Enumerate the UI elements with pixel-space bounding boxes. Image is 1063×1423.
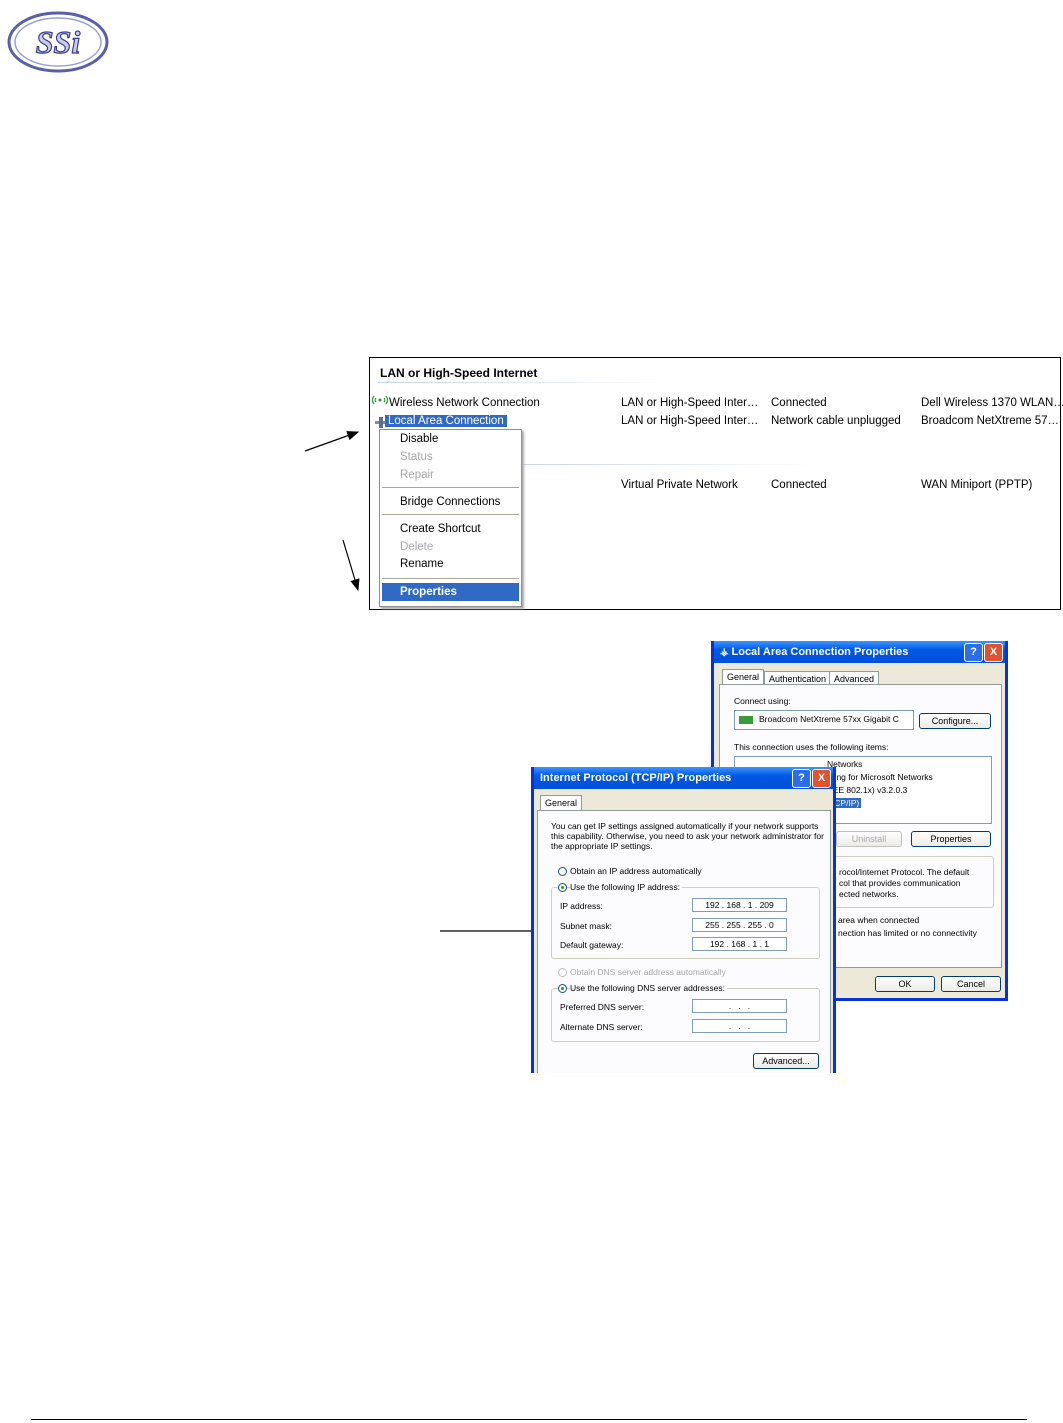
default-gateway-field[interactable]: 192 . 168 . 1 . 1 [692,937,787,951]
use-following-dns-radio[interactable] [558,984,567,993]
connection-status: Network cable unplugged [771,415,901,427]
window-titlebar[interactable]: ⚶ Local Area Connection Properties [714,641,1005,663]
menu-item-status: Status [400,451,433,463]
intro-line: this capability. Otherwise, you need to … [551,831,824,841]
adapter-field: Broadcom NetXtreme 57xx Gigabit C [734,710,914,730]
connection-status: Connected [771,397,827,409]
obtain-ip-auto-radio[interactable] [558,867,567,876]
wireless-icon [372,395,388,405]
description-line: ected networks. [839,889,899,899]
tcpip-properties-window: Internet Protocol (TCP/IP) Properties ? … [531,767,836,1073]
advanced-button[interactable]: Advanced... [753,1053,819,1069]
connection-device: Dell Wireless 1370 WLAN… [921,397,1063,409]
ip-address-label: IP address: [560,901,603,911]
network-connections-panel: LAN or High-Speed Internet Wireless Netw… [369,357,1063,610]
menu-item-properties[interactable]: Properties [382,583,519,601]
menu-item-delete: Delete [400,541,434,553]
obtain-dns-auto-radio [558,968,567,977]
arrow-to-properties [342,539,360,592]
connection-name: Wireless Network Connection [389,397,540,409]
adapter-name: Broadcom NetXtreme 57xx Gigabit C [759,714,899,724]
group-header: LAN or High-Speed Internet [380,366,538,380]
adapter-icon [739,716,753,724]
alternate-dns-field[interactable]: . . . [692,1019,787,1033]
subnet-mask-label: Subnet mask: [560,921,612,931]
notify-line: nection has limited or no connectivity [838,928,977,938]
connection-type: LAN or High-Speed Inter… [621,415,759,427]
ok-button[interactable]: OK [875,976,935,992]
context-menu: Disable Status Repair Bridge Connections… [379,429,522,607]
arrow-to-local-connection [304,431,360,452]
notify-line: area when connected [838,915,920,925]
obtain-ip-auto-label[interactable]: Obtain an IP address automatically [570,866,702,876]
use-following-ip-radio[interactable] [558,883,567,892]
intro-line: You can get IP settings assigned automat… [551,821,819,831]
group-separator [520,464,820,465]
description-line: rocol/Internet Protocol. The default [839,867,970,877]
footer-rule [31,1419,1027,1420]
properties-button[interactable]: Properties [911,831,991,847]
menu-item-rename[interactable]: Rename [400,558,443,570]
dns-group [551,988,820,1042]
menu-item-bridge-connections[interactable]: Bridge Connections [400,496,500,508]
description-line: col that provides communication [839,878,961,888]
close-button[interactable]: X [812,769,831,788]
connection-type: LAN or High-Speed Inter… [621,397,759,409]
close-button[interactable]: X [984,643,1003,662]
menu-item-create-shortcut[interactable]: Create Shortcut [400,523,481,535]
list-item[interactable]: aring for Microsoft Networks [827,772,933,782]
connection-device: Broadcom NetXtreme 57… [921,415,1060,427]
connect-using-label: Connect using: [734,696,791,706]
preferred-dns-field[interactable]: . . . [692,999,787,1013]
use-following-ip-label[interactable]: Use the following IP address: [570,882,682,892]
connection-row-wireless[interactable]: Wireless Network Connection LAN or High-… [370,395,1063,413]
obtain-dns-auto-label: Obtain DNS server address automatically [570,967,726,977]
network-icon: ⚶ [720,647,729,658]
configure-button[interactable]: Configure... [919,713,991,729]
menu-separator [382,578,519,579]
default-gateway-label: Default gateway: [560,940,624,950]
menu-separator [382,487,519,488]
use-following-dns-label[interactable]: Use the following DNS server addresses: [570,983,727,993]
tab-general[interactable]: General [722,669,765,684]
intro-line: the appropriate IP settings. [551,841,653,851]
preferred-dns-label: Preferred DNS server: [560,1002,645,1012]
uninstall-button: Uninstall [836,831,902,847]
tab-general[interactable]: General [540,795,583,810]
ip-address-field[interactable]: 192 . 168 . 1 . 209 [692,898,787,912]
window-titlebar[interactable]: Internet Protocol (TCP/IP) Properties [534,767,833,789]
window-title: Local Area Connection Properties [731,646,909,658]
alternate-dns-label: Alternate DNS server: [560,1022,643,1032]
subnet-mask-field[interactable]: 255 . 255 . 255 . 0 [692,918,787,932]
list-item[interactable]: EEE 802.1x) v3.2.0.3 [827,785,907,795]
connection-status: Connected [771,479,827,491]
connection-type: Virtual Private Network [621,479,738,491]
connection-name: Local Area Connection [385,415,507,427]
tab-pane-general: You can get IP settings assigned automat… [537,810,831,1073]
help-button[interactable]: ? [792,769,811,788]
menu-item-repair: Repair [400,469,434,481]
cancel-button[interactable]: Cancel [941,976,1001,992]
connection-device: WAN Miniport (PPTP) [921,479,1033,491]
menu-item-disable[interactable]: Disable [400,433,438,445]
menu-separator [382,514,519,515]
items-label: This connection uses the following items… [734,742,889,752]
group-separator [378,382,678,383]
help-button[interactable]: ? [964,643,983,662]
